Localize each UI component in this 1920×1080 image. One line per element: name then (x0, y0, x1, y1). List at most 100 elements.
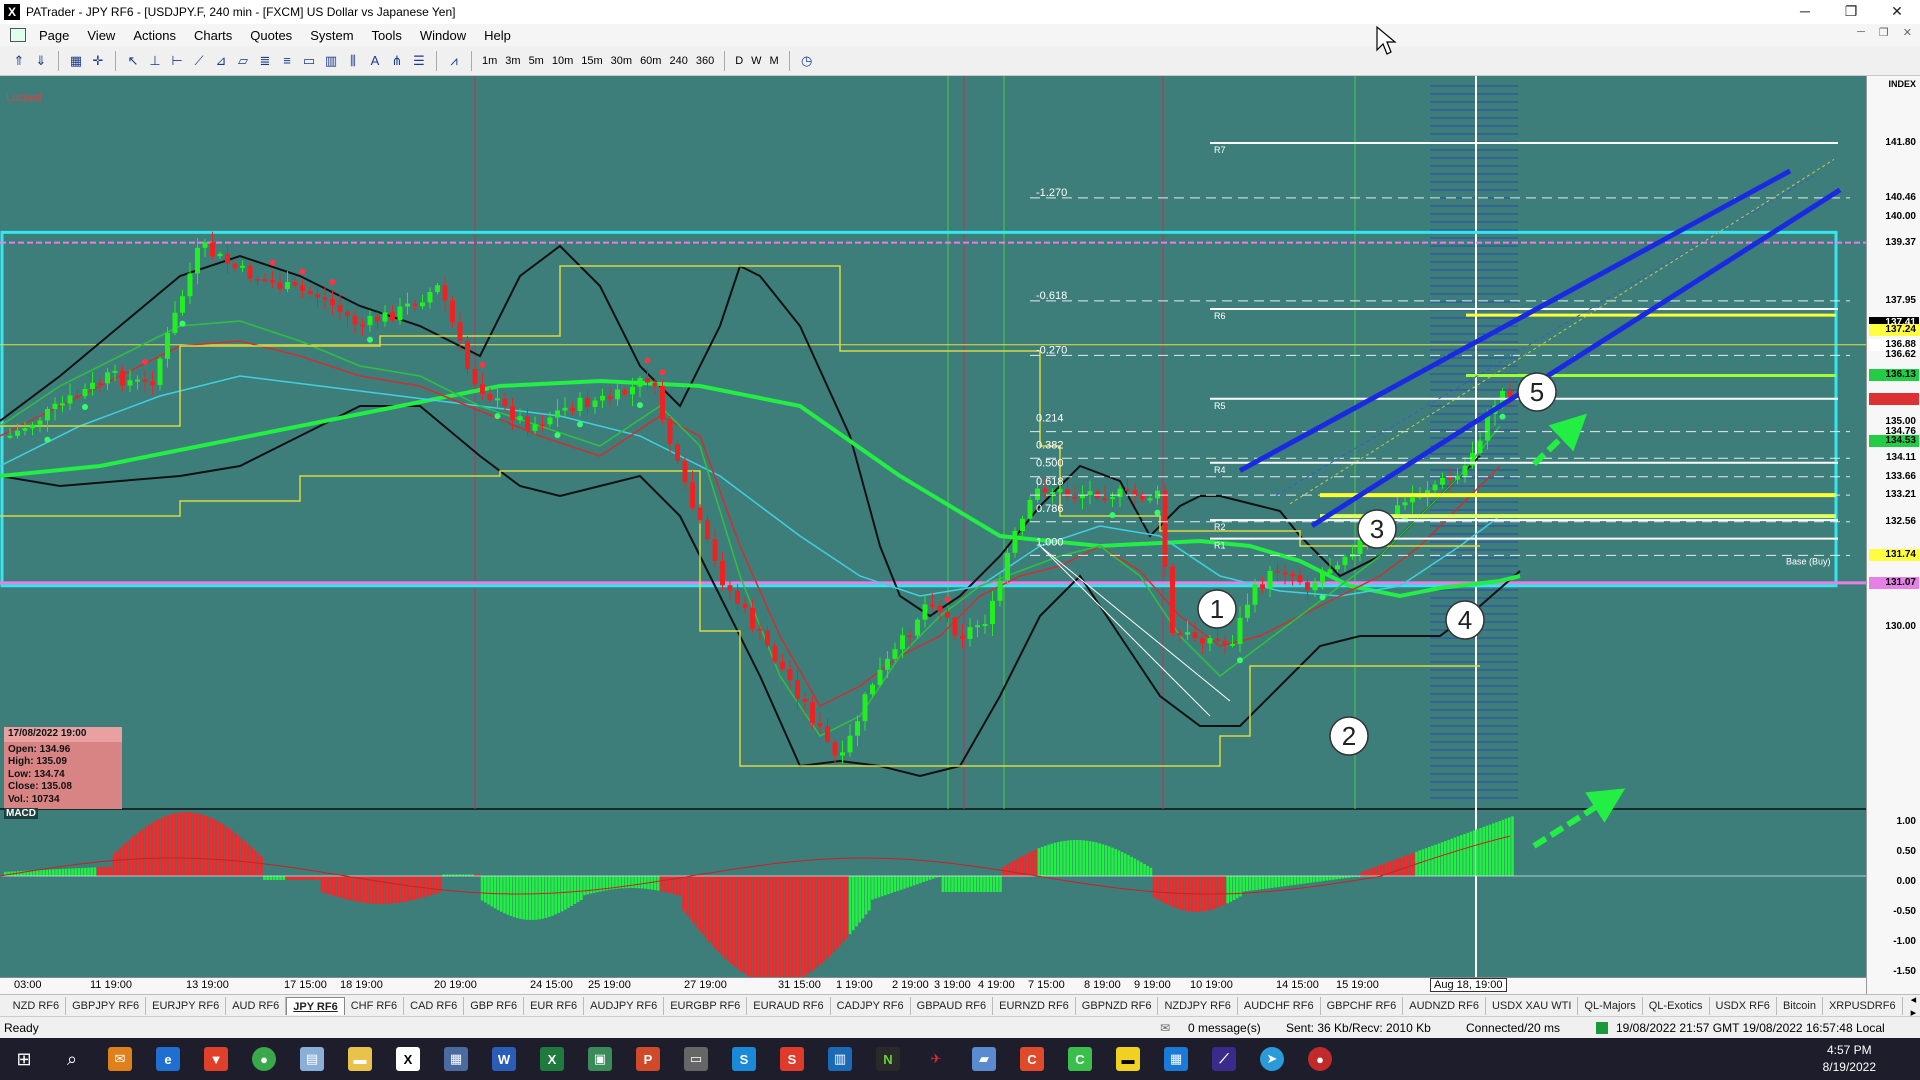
price-axis[interactable]: INDEX 141.80 140.46 140.00 139.37 137.95 137.4… (1866, 76, 1920, 994)
period-weekly[interactable]: W (747, 55, 765, 67)
trading-app-icon[interactable]: N (864, 1038, 912, 1080)
symbol-tab[interactable]: QL-Exotics (1643, 996, 1710, 1015)
minimize-button[interactable]: ─ (1782, 0, 1828, 24)
menu-page[interactable]: Page (30, 28, 78, 43)
timeframe-10m[interactable]: 10m (548, 55, 577, 67)
price-chart[interactable]: -1.270 -0.618 -0.270 0.214 0.382 0.500 0.618 0.… (0, 76, 1920, 994)
chart-canvas[interactable]: -1.270 -0.618 -0.270 0.214 0.382 0.500 0.618 0.… (0, 76, 1866, 977)
recorder-icon[interactable]: ● (1296, 1038, 1344, 1080)
gann-icon[interactable]: ▥ (321, 51, 341, 71)
indicator-icon[interactable]: ⩘ (444, 51, 464, 71)
fib-extension-icon[interactable]: ≡ (277, 51, 297, 71)
excel-icon[interactable]: X (528, 1038, 576, 1080)
chart-type-icon[interactable]: ▦ (66, 51, 86, 71)
search-icon[interactable]: ⌕ (48, 1038, 96, 1080)
symbol-tab[interactable]: CAD RF6 (404, 996, 465, 1015)
timeframe-60m[interactable]: 60m (636, 55, 665, 67)
crosshair-icon[interactable]: ✛ (88, 51, 108, 71)
menu-system[interactable]: System (301, 28, 362, 43)
calculator-icon[interactable]: ▦ (432, 1038, 480, 1080)
symbol-tab[interactable]: AUD RF6 (226, 996, 287, 1015)
symbol-tab[interactable]: EUR RF6 (524, 996, 585, 1015)
timeframe-1m[interactable]: 1m (478, 55, 501, 67)
pitchfork-icon[interactable]: ⋔ (387, 51, 407, 71)
symbol-tab[interactable]: GBPNZD RF6 (1076, 996, 1159, 1015)
pointer-icon[interactable]: ↖ (123, 51, 143, 71)
chrome-browser-icon[interactable]: ● (240, 1038, 288, 1080)
cycles-icon[interactable]: ⫼ (343, 51, 363, 71)
symbol-tab[interactable]: AUDCHF RF6 (1238, 996, 1321, 1015)
symbol-tab[interactable]: JPY RF6 (286, 996, 345, 1015)
symbol-tab[interactable]: EURNZD RF6 (993, 996, 1076, 1015)
maximize-button[interactable]: ❐ (1828, 0, 1874, 24)
clock-icon[interactable]: ◷ (797, 51, 817, 71)
camtasia-green-icon[interactable]: C (1056, 1038, 1104, 1080)
text-icon[interactable]: A (365, 51, 385, 71)
symbol-tab[interactable]: GBPJPY RF6 (66, 996, 147, 1015)
start-icon[interactable]: ⊞ (0, 1038, 48, 1080)
timeframe-360[interactable]: 360 (692, 55, 718, 67)
symbol-tab[interactable]: EURJPY RF6 (146, 996, 227, 1015)
patrader-app-icon[interactable]: X (384, 1038, 432, 1080)
menu-tools[interactable]: Tools (363, 28, 411, 43)
symbol-tab[interactable]: AUDJPY RF6 (584, 996, 665, 1015)
camtasia-icon[interactable]: C (1008, 1038, 1056, 1080)
close-button[interactable]: ✕ (1874, 0, 1920, 24)
period-monthly[interactable]: M (766, 55, 783, 67)
rectangle-icon[interactable]: ▭ (299, 51, 319, 71)
timeframe-15m[interactable]: 15m (577, 55, 606, 67)
zoom-out-icon[interactable]: ⇓ (31, 51, 51, 71)
timeframe-3m[interactable]: 3m (501, 55, 524, 67)
timeframe-30m[interactable]: 30m (607, 55, 636, 67)
symbol-tab[interactable]: GBP RF6 (464, 996, 525, 1015)
fan-icon[interactable]: ⊿ (211, 51, 231, 71)
mdi-minimize-icon[interactable]: ─ (1857, 26, 1865, 39)
installer-icon[interactable]: ▰ (960, 1038, 1008, 1080)
edge-browser-icon[interactable]: e (144, 1038, 192, 1080)
skype-icon[interactable]: S (720, 1038, 768, 1080)
period-daily[interactable]: D (731, 55, 747, 67)
timeframe-5m[interactable]: 5m (525, 55, 548, 67)
menu-actions[interactable]: Actions (124, 28, 185, 43)
file-explorer-icon[interactable]: ▬ (336, 1038, 384, 1080)
symbol-tab[interactable]: EURGBP RF6 (664, 996, 748, 1015)
powerpoint-icon[interactable]: P (624, 1038, 672, 1080)
symbol-tab[interactable]: AUDNZD RF6 (1403, 996, 1486, 1015)
menu-charts[interactable]: Charts (185, 28, 241, 43)
brave-browser-icon[interactable]: ▼ (192, 1038, 240, 1080)
word-icon[interactable]: W (480, 1038, 528, 1080)
fib-retracement-icon[interactable]: ≣ (255, 51, 275, 71)
symbol-tab[interactable]: NZDJPY RF6 (1158, 996, 1238, 1015)
notes-app-icon[interactable]: ▤ (288, 1038, 336, 1080)
tab-scroll-arrows-icon[interactable]: ◂ ▸ (1911, 993, 1920, 1019)
menu-quotes[interactable]: Quotes (241, 28, 301, 43)
symbol-tab[interactable]: XRPUSDRF6 (1823, 996, 1903, 1015)
symbol-tab[interactable]: QL-Majors (1578, 996, 1643, 1015)
trendline-icon[interactable]: ⟋ (189, 51, 209, 71)
taskbar-clock[interactable]: 4:57 PM 8/19/2022 (1823, 1042, 1876, 1076)
message-icon[interactable]: ✉ (1160, 1021, 1170, 1035)
app-window-icon[interactable]: ▭ (672, 1038, 720, 1080)
image-viewer-icon[interactable]: ▣ (576, 1038, 624, 1080)
channel-icon[interactable]: ▱ (233, 51, 253, 71)
symbol-tab[interactable]: GBPAUD RF6 (911, 996, 994, 1015)
horizontal-line-icon[interactable]: ⊥ (145, 51, 165, 71)
symbol-tab[interactable]: USDX RF6 (1710, 996, 1777, 1015)
timeframe-240[interactable]: 240 (665, 55, 691, 67)
symbol-tab[interactable]: Bitcoin (1777, 996, 1823, 1015)
symbol-tab[interactable]: CADJPY RF6 (831, 996, 911, 1015)
app-purple-icon[interactable]: ⟋ (1200, 1038, 1248, 1080)
time-axis[interactable]: 03:00 11 19:00 13 19:00 17 15:00 18 19:00 20 … (0, 977, 1866, 994)
mail-app-icon[interactable]: ✉ (96, 1038, 144, 1080)
mdi-restore-icon[interactable]: ❐ (1879, 26, 1889, 39)
zoom-in-icon[interactable]: ⇑ (9, 51, 29, 71)
telegram-icon[interactable]: ➤ (1248, 1038, 1296, 1080)
menu-view[interactable]: View (78, 28, 124, 43)
snagit-icon[interactable]: S (768, 1038, 816, 1080)
mdi-close-icon[interactable]: ✕ (1903, 26, 1912, 39)
sticky-notes-icon[interactable]: ▬ (1104, 1038, 1152, 1080)
symbol-tab[interactable]: GBPCHF RF6 (1321, 996, 1404, 1015)
symbol-tab[interactable]: NZD RF6 (7, 996, 67, 1015)
symbol-tab[interactable]: USDX XAU WTI (1486, 996, 1579, 1015)
outlook-icon[interactable]: ▥ (816, 1038, 864, 1080)
